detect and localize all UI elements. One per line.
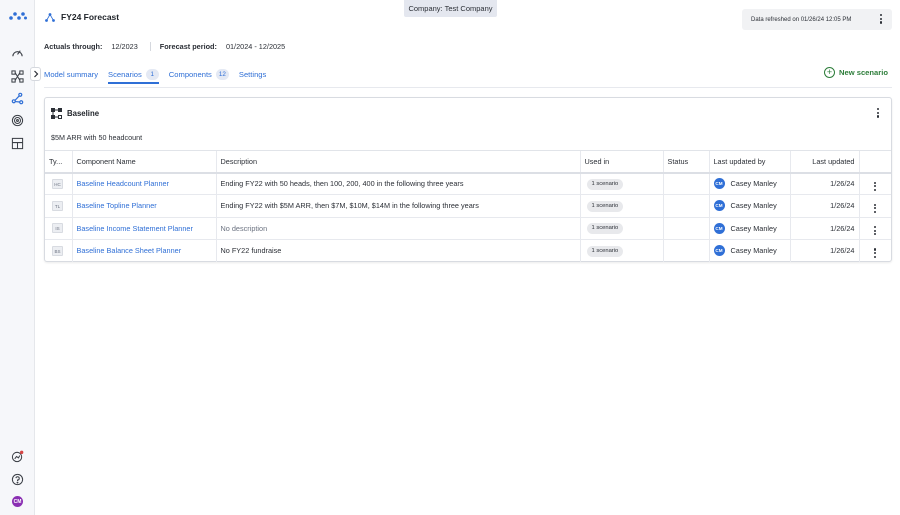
component-description: Ending FY22 with 50 heads, then 100, 200… xyxy=(215,172,580,196)
last-updated-date: 1/26/24 xyxy=(789,217,859,240)
component-type-badge: HC xyxy=(52,179,63,190)
component-type-badge: BS xyxy=(52,246,63,257)
tab-scenarios[interactable]: Scenarios 1 xyxy=(108,66,159,84)
last-updated-date: 1/26/24 xyxy=(789,194,859,218)
row-more-icon[interactable] xyxy=(874,248,877,258)
column-header-last-updated-by[interactable]: Last updated by xyxy=(708,150,790,174)
last-updated-date: 1/26/24 xyxy=(789,239,859,262)
period-info: Actuals through: 12/2023 Forecast period… xyxy=(44,42,285,51)
tab-components[interactable]: Components 12 xyxy=(169,66,229,82)
tab-label: Scenarios xyxy=(108,69,142,79)
user-avatar: CM xyxy=(713,200,725,212)
dashboard-gauge-icon[interactable] xyxy=(10,46,24,60)
used-in-pill[interactable]: 1 scenario xyxy=(586,245,624,257)
user-avatar[interactable]: CM xyxy=(12,496,23,507)
user-name: Casey Manley xyxy=(730,179,777,189)
last-updated-date: 1/26/24 xyxy=(789,172,859,196)
component-status xyxy=(662,217,709,240)
scenario-model-icon xyxy=(45,12,55,22)
scenario-description: $5M ARR with 50 headcount xyxy=(51,133,143,142)
scenario-tree-icon xyxy=(51,108,62,119)
user-avatar: CM xyxy=(713,245,725,257)
column-header-type[interactable]: Ty... xyxy=(45,150,72,174)
tab-count-badge: 12 xyxy=(215,68,229,80)
tab-model-summary[interactable]: Model summary xyxy=(44,66,98,82)
component-description: No FY22 fundraise xyxy=(215,239,580,262)
divider xyxy=(149,42,151,51)
integrations-icon[interactable] xyxy=(10,449,24,463)
row-more-icon[interactable] xyxy=(874,181,877,192)
component-name-link[interactable]: Baseline Income Statement Planner xyxy=(77,224,193,233)
company-badge: Company: Test Company xyxy=(404,0,497,17)
tab-settings[interactable]: Settings xyxy=(239,66,266,82)
table-header-row: Ty... Component Name Description Used in… xyxy=(45,150,891,174)
component-description: No description xyxy=(215,217,580,240)
page-title: FY24 Forecast xyxy=(61,12,120,22)
expand-sidebar-button[interactable] xyxy=(30,67,41,81)
tab-label: Settings xyxy=(238,69,267,79)
column-header-component-name[interactable]: Component Name xyxy=(71,150,216,174)
chevron-right-icon xyxy=(33,70,38,78)
component-status xyxy=(662,194,709,218)
tabs-divider xyxy=(44,87,892,88)
used-in-pill[interactable]: 1 scenario xyxy=(586,222,624,234)
help-icon[interactable] xyxy=(10,472,24,486)
column-header-last-updated[interactable]: Last updated xyxy=(789,150,859,174)
used-in-pill[interactable]: 1 scenario xyxy=(586,200,624,212)
scenario-title: Baseline xyxy=(67,109,100,118)
component-type-badge: IS xyxy=(52,223,63,234)
used-in-pill[interactable]: 1 scenario xyxy=(586,178,624,190)
row-more-icon[interactable] xyxy=(874,225,877,236)
component-type-badge: TL xyxy=(52,201,63,212)
new-scenario-button[interactable]: + New scenario xyxy=(824,67,888,78)
tab-count-badge: 1 xyxy=(145,68,159,80)
component-status xyxy=(662,172,709,196)
component-description: Ending FY22 with $5M ARR, then $7M, $10M… xyxy=(215,194,580,218)
table-row[interactable]: IS Baseline Income Statement Planner No … xyxy=(45,217,891,240)
tab-label: Components xyxy=(168,69,212,79)
scenarios-branch-icon[interactable] xyxy=(10,91,24,105)
scenario-header: Baseline xyxy=(51,108,99,119)
component-name-link[interactable]: Baseline Balance Sheet Planner xyxy=(77,246,182,255)
column-header-status[interactable]: Status xyxy=(662,150,709,174)
new-scenario-label: New scenario xyxy=(839,68,888,77)
user-name: Casey Manley xyxy=(730,246,777,256)
forecast-value: 01/2024 - 12/2025 xyxy=(225,42,286,51)
actuals-value: 12/2023 xyxy=(111,42,138,51)
updated-by-user: CM Casey Manley xyxy=(713,178,786,190)
column-header-used-in[interactable]: Used in xyxy=(579,150,663,174)
user-avatar: CM xyxy=(713,178,725,190)
column-header-actions xyxy=(858,150,891,174)
component-name-link[interactable]: Baseline Topline Planner xyxy=(77,201,157,210)
user-name: Casey Manley xyxy=(730,201,777,211)
header-more-icon[interactable] xyxy=(879,14,882,24)
user-name: Casey Manley xyxy=(730,223,777,233)
updated-by-user: CM Casey Manley xyxy=(713,200,786,212)
row-more-icon[interactable] xyxy=(874,203,877,214)
user-avatar: CM xyxy=(713,222,725,234)
component-name-link[interactable]: Baseline Headcount Planner xyxy=(77,179,170,188)
forecast-label: Forecast period: xyxy=(159,42,217,51)
model-tabs: Model summary Scenarios 1 Components 12 … xyxy=(44,66,276,84)
component-status xyxy=(662,239,709,262)
components-grid-icon[interactable] xyxy=(10,136,24,150)
plus-circle-icon: + xyxy=(824,67,835,78)
actuals-label: Actuals through: xyxy=(44,42,103,51)
model-graph-icon[interactable] xyxy=(10,69,24,83)
scenario-card: Baseline $5M ARR with 50 headcount Ty...… xyxy=(44,97,892,262)
components-table: Ty... Component Name Description Used in… xyxy=(45,150,891,262)
updated-by-user: CM Casey Manley xyxy=(713,245,786,257)
updated-by-user: CM Casey Manley xyxy=(713,222,786,234)
scenario-more-icon[interactable] xyxy=(876,108,879,118)
data-refresh-status: Data refreshed on 01/26/24 12:05 PM xyxy=(742,9,892,30)
column-header-description[interactable]: Description xyxy=(215,150,580,174)
model-title-group: FY24 Forecast xyxy=(45,12,119,22)
refresh-text: Data refreshed on 01/26/24 12:05 PM xyxy=(751,16,852,23)
tab-label: Model summary xyxy=(44,69,99,79)
target-icon[interactable] xyxy=(10,113,24,127)
table-row[interactable]: HC Baseline Headcount Planner Ending FY2… xyxy=(45,172,891,196)
table-row[interactable]: BS Baseline Balance Sheet Planner No FY2… xyxy=(45,239,891,262)
app-logo[interactable] xyxy=(9,11,27,21)
table-row[interactable]: TL Baseline Topline Planner Ending FY22 … xyxy=(45,194,891,218)
